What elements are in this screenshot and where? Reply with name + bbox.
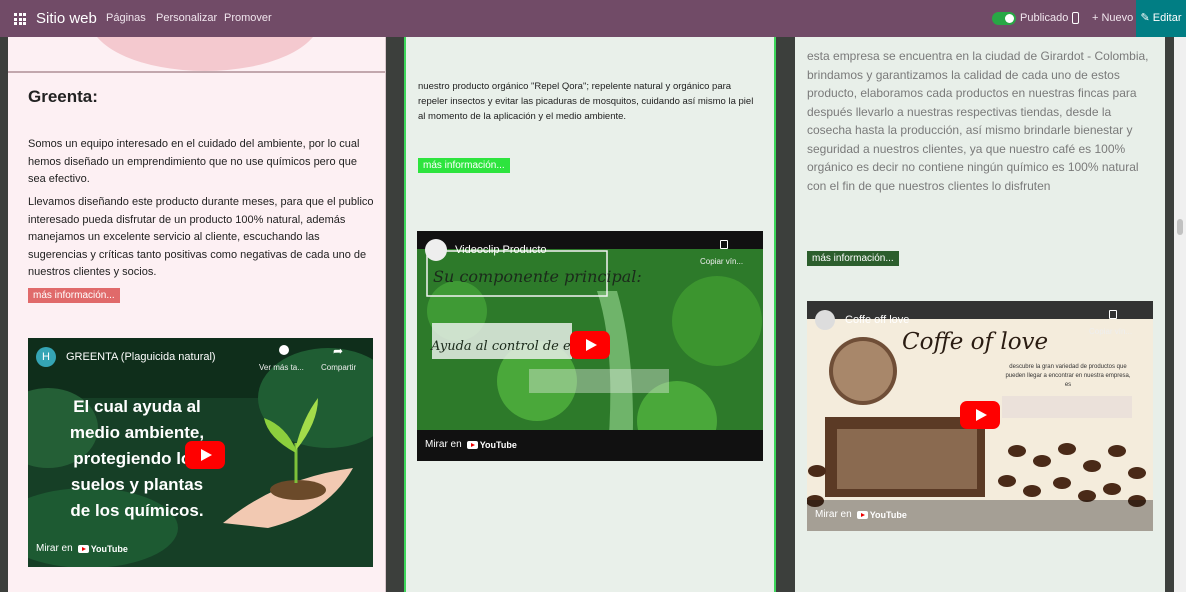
youtube-logo: YouTube xyxy=(856,509,907,520)
copy-link-icon[interactable] xyxy=(720,240,728,249)
youtube-logo: YouTube xyxy=(466,439,517,450)
watch-on-label: Mirar en xyxy=(425,439,462,450)
play-button[interactable] xyxy=(185,441,225,469)
paragraph-company: esta empresa se encuentra en la ciudad d… xyxy=(807,49,1149,193)
copy-link-icon[interactable] xyxy=(1109,310,1117,319)
column-coffee: esta empresa se encuentra en la ciudad d… xyxy=(795,37,1165,592)
video-overlay-title: Su componente principal: xyxy=(433,267,642,286)
new-button[interactable]: + Nuevo xyxy=(1092,0,1133,37)
youtube-logo-text: YouTube xyxy=(90,543,128,554)
watch-later-label[interactable]: Ver más ta... xyxy=(259,363,304,372)
more-info-link[interactable]: más información... xyxy=(418,158,510,173)
copy-link-label[interactable]: Copiar vín... xyxy=(700,257,743,266)
page-content: Greenta: Somos un equipo interesado en e… xyxy=(0,37,1186,592)
video-script-title: Coffe of love xyxy=(902,329,1049,355)
play-button[interactable] xyxy=(570,331,610,359)
mobile-preview-icon[interactable] xyxy=(1072,12,1079,24)
overlay-line: El cual ayuda al xyxy=(73,397,201,416)
play-button[interactable] xyxy=(960,401,1000,429)
video-tagline: descubre la gran variedad de productos q… xyxy=(1005,364,1131,388)
youtube-video[interactable]: H GREENTA (Plaguicida natural) Ver más t… xyxy=(28,338,373,567)
menu-customize[interactable]: Personalizar xyxy=(156,0,217,37)
share-label[interactable]: Compartir xyxy=(321,363,356,372)
youtube-logo-text: YouTube xyxy=(479,439,517,450)
share-icon[interactable]: ➦ xyxy=(333,344,343,358)
channel-avatar[interactable] xyxy=(425,239,447,261)
menu-pages[interactable]: Páginas xyxy=(106,0,146,37)
watch-on-label: Mirar en xyxy=(815,509,852,520)
scrollbar-thumb[interactable] xyxy=(1177,219,1183,235)
decorative-image xyxy=(90,37,320,71)
edit-button[interactable]: ✎ Editar xyxy=(1136,0,1186,37)
column-greenta: Greenta: Somos un equipo interesado en e… xyxy=(8,37,386,592)
video-title[interactable]: GREENTA (Plaguicida natural) xyxy=(66,351,216,363)
clock-icon[interactable] xyxy=(279,345,289,355)
youtube-video[interactable]: Videoclip Producto Copiar vín... Su comp… xyxy=(417,231,763,461)
youtube-video[interactable]: Coffe off love Copiar vín... Coffe of lo… xyxy=(807,301,1153,531)
paragraph-intro: Somos un equipo interesado en el cuidado… xyxy=(28,138,360,185)
more-info-link[interactable]: más información... xyxy=(807,251,899,266)
apps-grid-icon[interactable] xyxy=(14,13,26,25)
more-info-link[interactable]: más información... xyxy=(28,288,120,303)
published-toggle[interactable] xyxy=(992,12,1016,25)
paragraph-details: Llevamos diseñando este producto durante… xyxy=(28,196,374,278)
paragraph-product: nuestro producto orgánico "Repel Qora"; … xyxy=(418,81,754,122)
divider xyxy=(8,71,385,73)
video-title[interactable]: Videoclip Producto xyxy=(455,244,547,256)
page-scrollbar[interactable] xyxy=(1174,37,1186,592)
overlay-line: suelos y plantas xyxy=(70,475,204,494)
youtube-logo-text: YouTube xyxy=(869,509,907,520)
overlay-line: de los químicos. xyxy=(70,501,204,520)
brand-title[interactable]: Sitio web xyxy=(36,0,97,37)
watch-on-youtube[interactable]: Mirar en YouTube xyxy=(815,509,907,520)
channel-avatar[interactable]: H xyxy=(36,347,56,367)
menu-promote[interactable]: Promover xyxy=(224,0,272,37)
watch-on-youtube[interactable]: Mirar en YouTube xyxy=(425,439,517,450)
pencil-icon: ✎ xyxy=(1140,12,1153,24)
youtube-logo: YouTube xyxy=(77,543,128,554)
section-heading: Greenta: xyxy=(28,87,98,106)
copy-link-label[interactable]: Copiar vín... xyxy=(1089,327,1132,336)
watch-on-youtube[interactable]: Mirar en YouTube xyxy=(36,543,128,554)
published-label: Publicado xyxy=(1020,12,1069,24)
watch-on-label: Mirar en xyxy=(36,543,73,554)
column-product: nuestro producto orgánico "Repel Qora"; … xyxy=(404,37,776,592)
channel-avatar[interactable] xyxy=(815,310,835,330)
video-title[interactable]: Coffe off love xyxy=(845,314,909,326)
website-topbar: Sitio web Páginas Personalizar Promover … xyxy=(0,0,1186,37)
edit-label: Editar xyxy=(1152,12,1182,24)
